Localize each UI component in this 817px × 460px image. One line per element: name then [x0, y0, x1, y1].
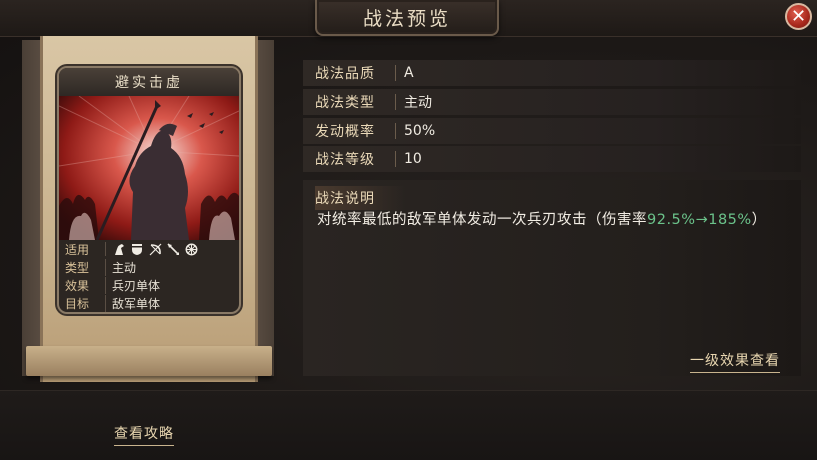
skill-card-info: 适用 类型 主动 效果 兵刃单体 目标 敌军单体 [59, 240, 239, 312]
field-label: 发动概率 [315, 124, 375, 140]
field-value: 50% [404, 123, 436, 139]
skill-name: 避实击虚 [115, 75, 183, 91]
description-text-main: 对统率最低的敌军单体发动一次兵刃攻击（伤害率 [317, 212, 647, 228]
field-label: 战法等级 [315, 152, 375, 168]
view-guide-link[interactable]: 查看攻略 [114, 423, 174, 446]
description-text-end: ） [751, 212, 767, 228]
bow-icon [148, 242, 162, 256]
close-icon: ✕ [790, 5, 807, 27]
card-row-key: 类型 [65, 260, 90, 275]
skill-preview-screen: 战法预览 ✕ 避实击虚 适用 类型 主动 效果 兵刃单体 目标 敌军单体 战法品… [0, 0, 817, 460]
skill-description-box: 战法说明 对统率最低的敌军单体发动一次兵刃攻击（伤害率92.5%→185%） [303, 180, 801, 376]
level1-effects-link[interactable]: 一级效果查看 [690, 350, 780, 373]
card-row-target: 目标 敌军单体 [59, 294, 239, 312]
field-value: 10 [404, 151, 422, 167]
card-row-applicable: 适用 [59, 240, 239, 258]
field-type: 战法类型 主动 [303, 89, 801, 115]
field-value: A [404, 65, 414, 81]
damage-rate-highlight: 92.5%→185% [647, 212, 752, 228]
card-row-key: 目标 [65, 296, 90, 311]
shield-icon [130, 242, 144, 256]
field-probability: 发动概率 50% [303, 118, 801, 144]
field-label: 战法类型 [315, 95, 375, 111]
field-level: 战法等级 10 [303, 146, 801, 172]
card-row-value: 主动 [105, 258, 136, 276]
card-row-effect: 效果 兵刃单体 [59, 276, 239, 294]
description-title: 战法说明 [315, 186, 405, 210]
spear-icon [166, 242, 180, 256]
field-label: 战法品质 [315, 66, 375, 82]
card-row-key: 效果 [65, 278, 90, 293]
skill-artwork-image [59, 96, 239, 240]
field-value: 主动 [404, 95, 432, 111]
window-title: 战法预览 [362, 7, 451, 30]
title-plate: 战法预览 [315, 0, 499, 36]
skill-card: 避实击虚 适用 类型 主动 效果 兵刃单体 目标 敌军单体 [57, 66, 241, 314]
scroll-roller [26, 346, 272, 376]
chariot-icon [184, 242, 198, 256]
card-row-value: 敌军单体 [105, 294, 160, 312]
card-row-type: 类型 主动 [59, 258, 239, 276]
cavalry-icon [112, 242, 126, 256]
close-button[interactable]: ✕ [785, 3, 812, 30]
skill-card-title-bar: 避实击虚 [59, 68, 239, 97]
field-quality: 战法品质 A [303, 60, 801, 86]
troop-type-icons [105, 242, 198, 256]
card-row-value: 兵刃单体 [105, 276, 160, 294]
skill-artwork [59, 96, 239, 240]
description-text: 对统率最低的敌军单体发动一次兵刃攻击（伤害率92.5%→185%） [317, 208, 797, 233]
card-row-key: 适用 [65, 242, 90, 257]
